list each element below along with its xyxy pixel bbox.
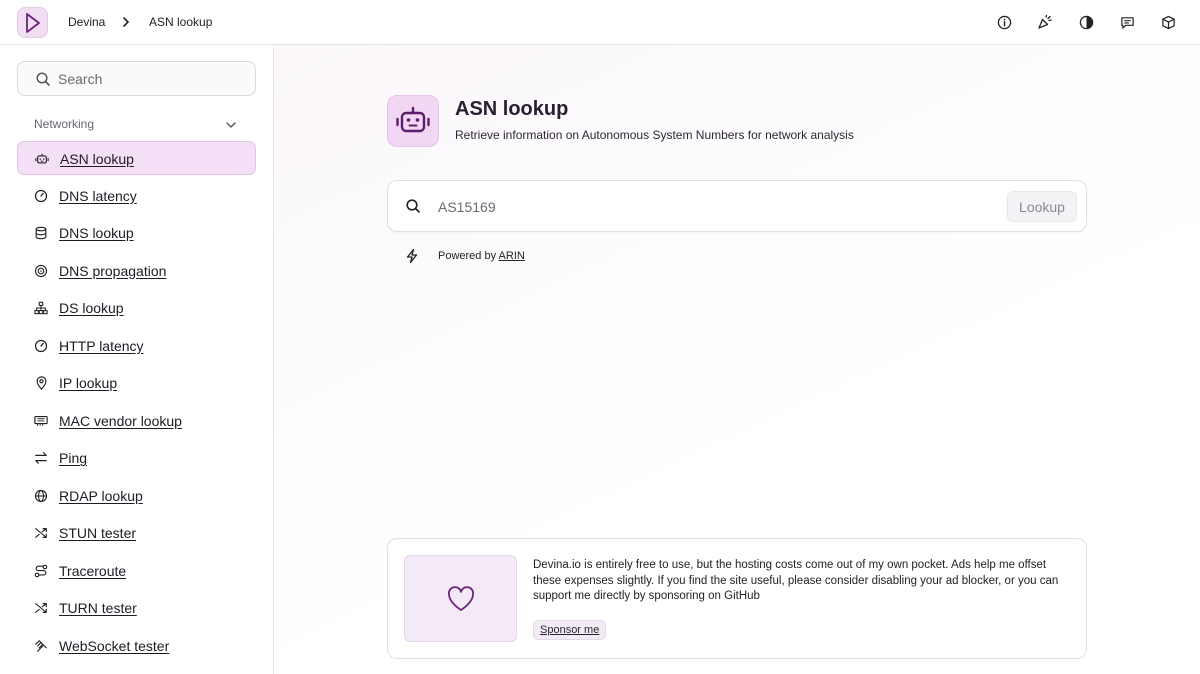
page-title: ASN lookup	[455, 98, 569, 120]
tool-icon-box	[387, 95, 439, 147]
section-header-networking[interactable]: Networking	[34, 117, 94, 131]
lookup-form: Lookup	[387, 180, 1087, 232]
sidebar-nav: ASN lookup DNS latency DNS lookup DNS pr…	[17, 141, 256, 666]
sidebar-item-stun-tester[interactable]: STUN tester	[17, 516, 256, 550]
search-icon	[36, 72, 50, 86]
chevron-right-icon	[123, 17, 129, 27]
heart-icon	[447, 585, 474, 611]
top-bar: Devina ASN lookup	[0, 0, 1200, 45]
sidebar-item-dns-latency[interactable]: DNS latency	[17, 179, 256, 213]
main-content: ASN lookup Retrieve information on Auton…	[274, 45, 1200, 674]
sidebar-item-http-latency[interactable]: HTTP latency	[17, 329, 256, 363]
sidebar-item-ping[interactable]: Ping	[17, 441, 256, 475]
bolt-icon	[406, 248, 418, 264]
sidebar: Networking ASN lookup DNS latency DNS lo…	[0, 45, 274, 674]
sidebar-item-dns-lookup[interactable]: DNS lookup	[17, 216, 256, 250]
sidebar-item-label: DNS lookup	[59, 225, 134, 241]
sidebar-item-label: RDAP lookup	[59, 487, 143, 504]
sidebar-item-label: DNS latency	[59, 187, 137, 204]
globe-icon	[34, 489, 48, 503]
powered-by-text: Powered by ARIN	[438, 250, 525, 262]
search-icon	[406, 199, 420, 213]
logo-play-icon	[25, 12, 40, 33]
sidebar-item-turn-tester[interactable]: TURN tester	[17, 591, 256, 625]
page-description: Retrieve information on Autonomous Syste…	[455, 128, 854, 142]
sidebar-item-label: Traceroute	[59, 562, 127, 579]
robot-icon	[35, 152, 49, 166]
gauge-icon	[34, 339, 48, 353]
map-pin-icon	[34, 376, 48, 390]
sidebar-item-label: TURN tester	[59, 600, 137, 616]
hierarchy-icon	[34, 301, 48, 315]
sponsor-me-button[interactable]: Sponsor me	[533, 620, 607, 640]
sidebar-item-label: DS lookup	[59, 300, 124, 316]
arrows-exchange-icon	[34, 451, 48, 465]
sidebar-item-dns-propagation[interactable]: DNS propagation	[17, 254, 256, 288]
theme-icon[interactable]	[1077, 13, 1095, 31]
breadcrumb-current: ASN lookup	[149, 15, 213, 29]
whats-new-icon[interactable]	[1036, 13, 1054, 31]
breadcrumb-home[interactable]: Devina	[68, 15, 105, 29]
lookup-button[interactable]: Lookup	[1007, 191, 1077, 222]
sidebar-item-label: IP lookup	[59, 375, 118, 391]
package-icon[interactable]	[1159, 13, 1177, 31]
sidebar-item-asn-lookup[interactable]: ASN lookup	[17, 141, 256, 175]
sidebar-item-ip-lookup[interactable]: IP lookup	[17, 366, 256, 400]
sidebar-item-label: ASN lookup	[60, 151, 134, 167]
sidebar-search	[17, 61, 256, 96]
route-icon	[34, 564, 48, 578]
sidebar-item-traceroute[interactable]: Traceroute	[17, 554, 256, 588]
sponsor-text: Devina.io is entirely free to use, but t…	[533, 559, 1059, 602]
database-icon	[34, 226, 48, 240]
sidebar-item-label: MAC vendor lookup	[59, 412, 182, 429]
sidebar-item-label: HTTP latency	[59, 337, 144, 354]
websocket-icon	[34, 639, 48, 653]
sidebar-item-label: DNS propagation	[59, 262, 167, 279]
sidebar-item-rdap-lookup[interactable]: RDAP lookup	[17, 479, 256, 513]
sidebar-item-label: Ping	[59, 450, 88, 466]
heart-box	[404, 555, 517, 642]
radar-icon	[34, 264, 48, 278]
sidebar-item-ds-lookup[interactable]: DS lookup	[17, 291, 256, 325]
sidebar-item-label: WebSocket tester	[59, 637, 170, 654]
shuffle-icon	[34, 526, 48, 540]
network-card-icon	[34, 414, 48, 428]
devina-logo[interactable]	[17, 7, 48, 38]
sponsor-card: Devina.io is entirely free to use, but t…	[387, 538, 1087, 659]
asn-input[interactable]	[438, 196, 938, 218]
info-icon[interactable]	[995, 13, 1013, 31]
sidebar-search-input[interactable]	[58, 68, 248, 90]
arin-link[interactable]: ARIN	[499, 250, 525, 262]
shuffle-icon	[34, 601, 48, 615]
robot-icon	[396, 106, 430, 133]
chevron-down-icon[interactable]	[224, 118, 238, 132]
powered-by-prefix: Powered by	[438, 250, 497, 262]
sidebar-item-websocket-tester[interactable]: WebSocket tester	[17, 629, 256, 663]
sidebar-item-mac-vendor-lookup[interactable]: MAC vendor lookup	[17, 404, 256, 438]
sidebar-item-label: STUN tester	[59, 525, 137, 541]
feedback-icon[interactable]	[1118, 13, 1136, 31]
gauge-icon	[34, 189, 48, 203]
